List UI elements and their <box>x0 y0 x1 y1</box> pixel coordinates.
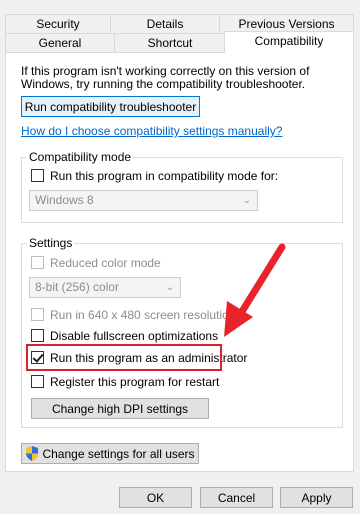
annotation-arrow-icon <box>224 243 286 337</box>
